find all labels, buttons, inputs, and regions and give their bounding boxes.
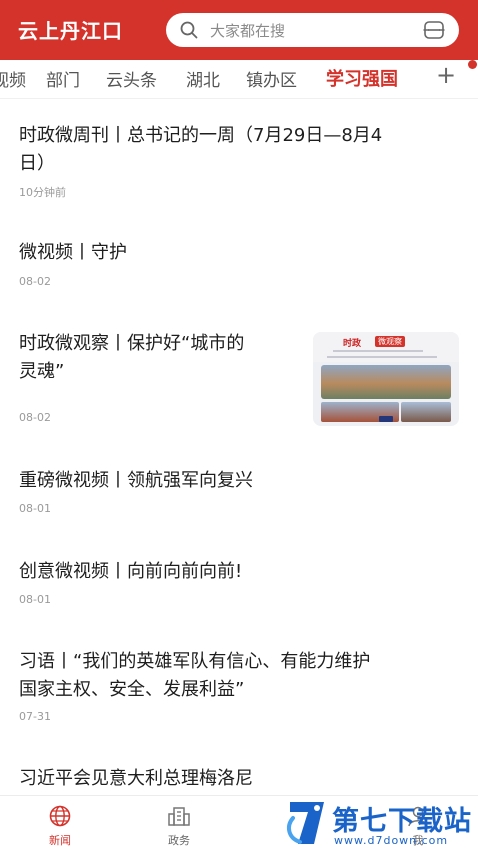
news-time: 10分钟前 — [19, 186, 66, 199]
tab-hubei[interactable]: 湖北 — [186, 66, 220, 91]
scan-icon[interactable] — [423, 20, 445, 40]
news-time: 08-01 — [19, 593, 51, 606]
thumbnail-photo — [401, 402, 451, 422]
tab-divider — [0, 98, 478, 99]
news-title: 国家主权、安全、发展利益” — [19, 679, 245, 700]
tab-xuexi-qiangguo[interactable]: 学习强国 — [326, 65, 398, 91]
app-title: 云上丹江口 — [18, 19, 123, 43]
news-title: 重磅微视频丨领航强军向复兴 — [19, 470, 253, 491]
thumbnail-label: 时政 — [343, 339, 362, 349]
news-title: 创意微视频丨向前向前向前! — [19, 561, 243, 582]
tab-town-district[interactable]: 镇办区 — [246, 66, 297, 91]
tab-video[interactable]: 视频 — [0, 66, 26, 91]
add-channel-button[interactable]: + — [436, 61, 456, 89]
news-title: 时政微观察丨保护好“城市的 — [19, 333, 245, 354]
thumbnail-text-line — [327, 356, 437, 358]
search-icon — [180, 21, 198, 39]
watermark-title: 第七下载站 — [332, 806, 472, 837]
news-title: 习语丨“我们的英雄军队有信心、有能力维护 — [19, 651, 371, 672]
search-bar[interactable]: 大家都在搜 — [166, 13, 459, 47]
watermark-logo-icon — [286, 802, 324, 844]
news-time: 07-31 — [19, 710, 51, 723]
tab-cloud-headlines[interactable]: 云头条 — [106, 66, 157, 91]
watermark-url: www.d7down.com — [334, 834, 449, 847]
site-watermark: 第七下载站 www.d7down.com — [282, 796, 478, 850]
globe-icon — [49, 805, 71, 827]
thumbnail-logo — [379, 416, 393, 422]
nav-item-news[interactable]: 新闻 — [20, 796, 100, 850]
news-thumbnail[interactable]: 时政 微观察 — [313, 332, 459, 426]
thumbnail-photo — [321, 365, 451, 399]
channel-tabs: 视频 部门 云头条 湖北 镇办区 学习强国 + — [0, 60, 478, 98]
building-icon — [168, 807, 190, 826]
nav-item-government[interactable]: 政务 — [139, 796, 219, 850]
news-title: 微视频丨守护 — [19, 242, 127, 263]
news-title: 习近平会见意大利总理梅洛尼 — [19, 768, 253, 789]
search-placeholder: 大家都在搜 — [210, 22, 286, 40]
thumbnail-text-line — [333, 350, 423, 352]
news-title: 灵魂” — [19, 361, 65, 382]
thumbnail-badge: 微观察 — [375, 336, 405, 347]
nav-label: 新闻 — [49, 834, 71, 847]
news-time: 08-01 — [19, 502, 51, 515]
news-time: 08-02 — [19, 411, 51, 424]
news-time: 08-02 — [19, 275, 51, 288]
app-header: 云上丹江口 大家都在搜 — [0, 0, 478, 60]
tab-department[interactable]: 部门 — [46, 66, 80, 91]
nav-label: 政务 — [168, 834, 190, 847]
notification-dot — [468, 60, 477, 69]
news-title: 日） — [19, 153, 55, 174]
news-title: 时政微周刊丨总书记的一周（7月29日—8月4 — [19, 125, 383, 146]
